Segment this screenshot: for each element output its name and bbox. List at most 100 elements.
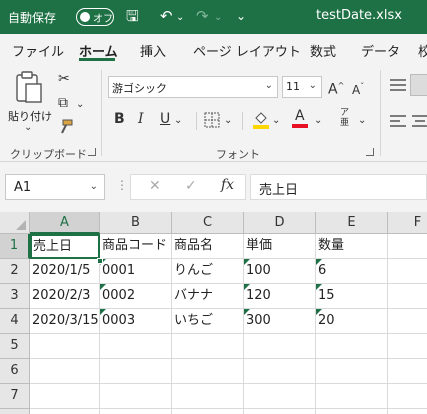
cell-a8[interactable] (30, 409, 100, 414)
insert-function-icon[interactable]: fx (221, 177, 234, 193)
cell-b1[interactable]: 商品コード (100, 234, 172, 259)
cell-f2[interactable] (388, 259, 427, 284)
column-header-f[interactable]: F (388, 212, 427, 234)
format-painter-icon[interactable] (57, 118, 75, 136)
cell-a7[interactable] (30, 384, 100, 409)
italic-icon[interactable]: I (138, 110, 144, 128)
cell-c4[interactable]: いちご (172, 309, 244, 334)
cell-a3[interactable]: 2020/2/3 (30, 284, 100, 309)
column-header-a[interactable]: A (30, 212, 100, 234)
cell-b7[interactable] (100, 384, 172, 409)
paste-button[interactable]: 貼り付け ⌄ (6, 70, 52, 134)
cancel-icon[interactable]: ✕ (149, 178, 161, 194)
row-header-2[interactable]: 2 (0, 259, 30, 284)
undo-icon[interactable]: ↶ (160, 6, 173, 26)
fill-color-icon[interactable] (252, 110, 270, 130)
cell-d7[interactable] (244, 384, 316, 409)
underline-icon[interactable]: U (160, 110, 170, 128)
row-header-3[interactable]: 3 (0, 284, 30, 309)
cell-e3[interactable]: 15 (316, 284, 388, 309)
cell-d3[interactable]: 120 (244, 284, 316, 309)
cell-c5[interactable] (172, 334, 244, 359)
font-name-dropdown[interactable]: 游ゴシック ⌄ (108, 76, 278, 98)
font-color-dropdown-icon[interactable]: ⌄ (314, 112, 322, 130)
borders-icon[interactable] (204, 112, 220, 128)
cell-d5[interactable] (244, 334, 316, 359)
cell-e5[interactable] (316, 334, 388, 359)
redo-dropdown-icon[interactable]: ⌄ (214, 8, 222, 28)
tab-insert[interactable]: 挿入 (140, 41, 166, 60)
fill-handle[interactable] (97, 258, 103, 264)
select-all-button[interactable] (0, 212, 30, 234)
cell-a6[interactable] (30, 359, 100, 384)
align-top-icon[interactable] (390, 78, 406, 92)
cell-a2[interactable]: 2020/1/5 (30, 259, 100, 284)
cell-c2[interactable]: りんご (172, 259, 244, 284)
cell-e7[interactable] (316, 384, 388, 409)
cell-f1[interactable] (388, 234, 427, 259)
column-header-d[interactable]: D (244, 212, 316, 234)
align-left-icon[interactable] (390, 114, 406, 128)
formula-input[interactable]: 売上日 (250, 174, 427, 200)
column-header-b[interactable]: B (100, 212, 172, 234)
name-box[interactable]: A1 ⌄ (5, 174, 105, 200)
borders-dropdown-icon[interactable]: ⌄ (224, 112, 232, 130)
underline-dropdown-icon[interactable]: ⌄ (174, 112, 182, 130)
row-header-4[interactable]: 4 (0, 309, 30, 334)
customize-toolbar-icon[interactable]: ⌄ (236, 6, 246, 26)
cut-icon[interactable]: ✂ (58, 70, 70, 88)
increase-font-size-icon[interactable]: A^ (328, 77, 344, 99)
decrease-font-size-icon[interactable]: Aˇ (352, 78, 364, 99)
cell-e1[interactable]: 数量 (316, 234, 388, 259)
copy-dropdown-icon[interactable]: ⌄ (76, 96, 84, 114)
cell-d8[interactable] (244, 409, 316, 414)
cell-c3[interactable]: バナナ (172, 284, 244, 309)
cell-b5[interactable] (100, 334, 172, 359)
enter-icon[interactable]: ✓ (185, 178, 197, 194)
cell-e2[interactable]: 6 (316, 259, 388, 284)
align-center-icon[interactable] (412, 114, 427, 128)
undo-dropdown-icon[interactable]: ⌄ (176, 8, 184, 28)
cell-b3[interactable]: 0002 (100, 284, 172, 309)
tab-page-layout[interactable]: ページ レイアウト (193, 41, 301, 60)
cell-b6[interactable] (100, 359, 172, 384)
cell-e4[interactable]: 20 (316, 309, 388, 334)
cell-c6[interactable] (172, 359, 244, 384)
cell-f5[interactable] (388, 334, 427, 359)
fill-color-dropdown-icon[interactable]: ⌄ (272, 112, 280, 130)
cell-f6[interactable] (388, 359, 427, 384)
cell-d4[interactable]: 300 (244, 309, 316, 334)
column-header-e[interactable]: E (316, 212, 388, 234)
cell-e8[interactable] (316, 409, 388, 414)
tab-formulas[interactable]: 数式 (310, 41, 336, 60)
cell-e6[interactable] (316, 359, 388, 384)
tab-review[interactable]: 校 (418, 41, 427, 60)
cell-f3[interactable] (388, 284, 427, 309)
phonetic-dropdown-icon[interactable]: ⌄ (358, 112, 366, 130)
save-icon[interactable]: 🖫 (126, 6, 139, 26)
column-header-c[interactable]: C (172, 212, 244, 234)
align-middle-button[interactable] (410, 74, 427, 96)
cell-c8[interactable] (172, 409, 244, 414)
bold-icon[interactable]: B (114, 110, 125, 128)
cell-f8[interactable] (388, 409, 427, 414)
cell-d1[interactable]: 単価 (244, 234, 316, 259)
row-header-5[interactable]: 5 (0, 334, 30, 359)
paste-dropdown-icon[interactable]: ⌄ (24, 122, 32, 133)
cell-a5[interactable] (30, 334, 100, 359)
row-header-1[interactable]: 1 (0, 234, 30, 259)
cell-a1[interactable]: 売上日 (30, 234, 100, 259)
font-launcher-icon[interactable] (366, 148, 374, 156)
clipboard-launcher-icon[interactable] (88, 148, 96, 156)
tab-file[interactable]: ファイル (12, 41, 64, 60)
cell-c7[interactable] (172, 384, 244, 409)
font-size-dropdown[interactable]: 11 ⌄ (282, 76, 322, 98)
cell-d2[interactable]: 100 (244, 259, 316, 284)
formula-bar-splitter-icon[interactable]: ⋮ (116, 178, 128, 192)
phonetic-guide-icon[interactable]: ア亜 (340, 108, 349, 128)
cell-b8[interactable] (100, 409, 172, 414)
cell-a4[interactable]: 2020/3/15 (30, 309, 100, 334)
copy-icon[interactable]: ⧉ (58, 94, 68, 112)
tab-data[interactable]: データ (361, 41, 400, 60)
row-header-7[interactable]: 7 (0, 384, 30, 409)
